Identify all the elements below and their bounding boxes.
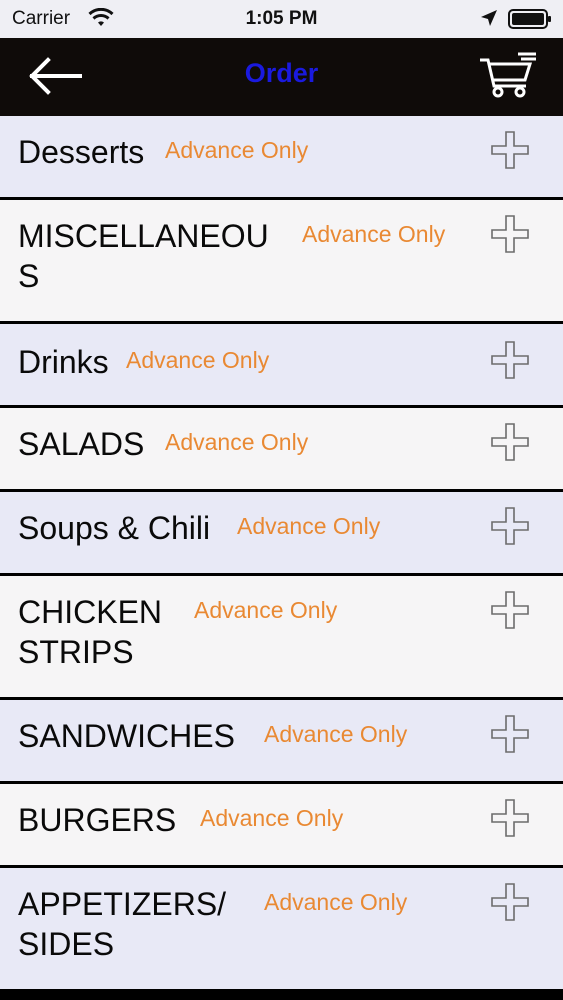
category-name: MISCELLANEOU: [18, 218, 269, 254]
category-row[interactable]: MISCELLANEOU S Advance Only: [0, 200, 563, 324]
category-list: Desserts Advance Only MISCELLANEOU S Adv…: [0, 116, 563, 992]
category-row[interactable]: SANDWICHES Advance Only: [0, 700, 563, 784]
plus-icon[interactable]: [490, 714, 530, 754]
advance-only-tag: Advance Only: [302, 221, 446, 247]
category-name: SALADS: [18, 426, 145, 462]
advance-only-tag: Advance Only: [165, 429, 309, 455]
advance-only-tag: Advance Only: [194, 597, 338, 623]
advance-only-tag: Advance Only: [237, 513, 381, 539]
category-name-line2: S: [18, 258, 40, 294]
category-name: APPETIZERS/: [18, 886, 227, 922]
advance-only-tag: Advance Only: [126, 347, 270, 373]
plus-icon[interactable]: [490, 422, 530, 462]
advance-only-tag: Advance Only: [264, 889, 408, 915]
category-name: Desserts: [18, 134, 145, 170]
category-name-line2: STRIPS: [18, 634, 134, 670]
battery-icon: [508, 9, 552, 35]
status-time: 1:05 PM: [245, 8, 318, 29]
category-name: Soups & Chili: [18, 510, 211, 546]
plus-icon[interactable]: [490, 590, 530, 630]
location-icon: [480, 9, 498, 33]
plus-icon[interactable]: [490, 130, 530, 170]
status-bar: Carrier 1:05 PM: [0, 0, 563, 38]
category-name-line2: SIDES: [18, 926, 115, 962]
nav-bar: Order: [0, 38, 563, 116]
category-name: SANDWICHES: [18, 718, 235, 754]
category-row[interactable]: SALADS Advance Only: [0, 408, 563, 492]
category-name: Drinks: [18, 344, 109, 380]
advance-only-tag: Advance Only: [264, 721, 408, 747]
category-row[interactable]: Drinks Advance Only: [0, 324, 563, 408]
plus-icon[interactable]: [490, 882, 530, 922]
advance-only-tag: Advance Only: [165, 137, 309, 163]
category-row[interactable]: Soups & Chili Advance Only: [0, 492, 563, 576]
category-name: CHICKEN: [18, 594, 163, 630]
category-row[interactable]: BURGERS Advance Only: [0, 784, 563, 868]
plus-icon[interactable]: [490, 506, 530, 546]
shopping-cart-icon[interactable]: [478, 50, 540, 100]
plus-icon[interactable]: [490, 214, 530, 254]
category-row[interactable]: Desserts Advance Only: [0, 116, 563, 200]
category-row[interactable]: APPETIZERS/ SIDES Advance Only: [0, 868, 563, 992]
advance-only-tag: Advance Only: [200, 805, 344, 831]
category-row[interactable]: CHICKEN STRIPS Advance Only: [0, 576, 563, 700]
category-name: BURGERS: [18, 802, 177, 838]
plus-icon[interactable]: [490, 340, 530, 380]
plus-icon[interactable]: [490, 798, 530, 838]
